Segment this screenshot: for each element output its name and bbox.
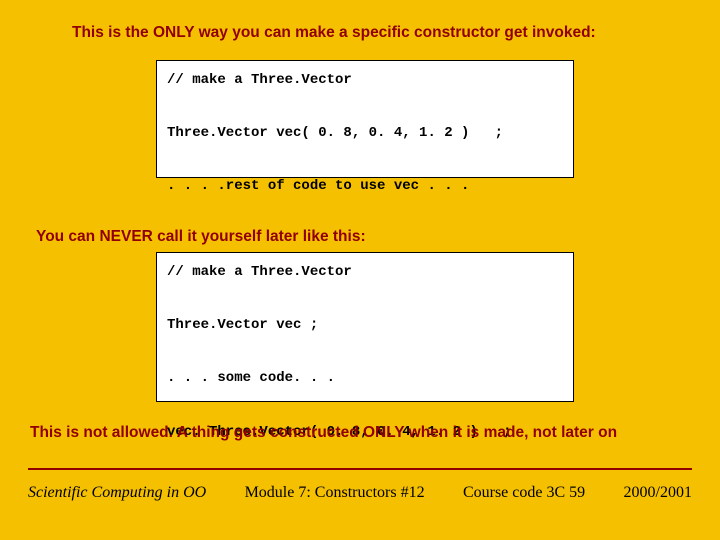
footer-mid: Module 7: Constructors #12 (245, 484, 425, 502)
code-box-correct: // make a Three.Vector Three.Vector vec(… (156, 60, 574, 178)
code-box-wrong: // make a Three.Vector Three.Vector vec … (156, 252, 574, 402)
heading-only-way: This is the ONLY way you can make a spec… (72, 24, 682, 42)
footer-bar: Scientific Computing in OO Module 7: Con… (28, 484, 692, 502)
footer-year: 2000/2001 (624, 484, 692, 502)
heading-never-call: You can NEVER call it yourself later lik… (36, 228, 366, 246)
footer-left: Scientific Computing in OO (28, 484, 206, 502)
heading-not-allowed: This is not allowed. A thing gets constr… (30, 424, 700, 442)
footer-course: Course code 3C 59 (463, 484, 585, 502)
footer-divider (28, 468, 692, 470)
